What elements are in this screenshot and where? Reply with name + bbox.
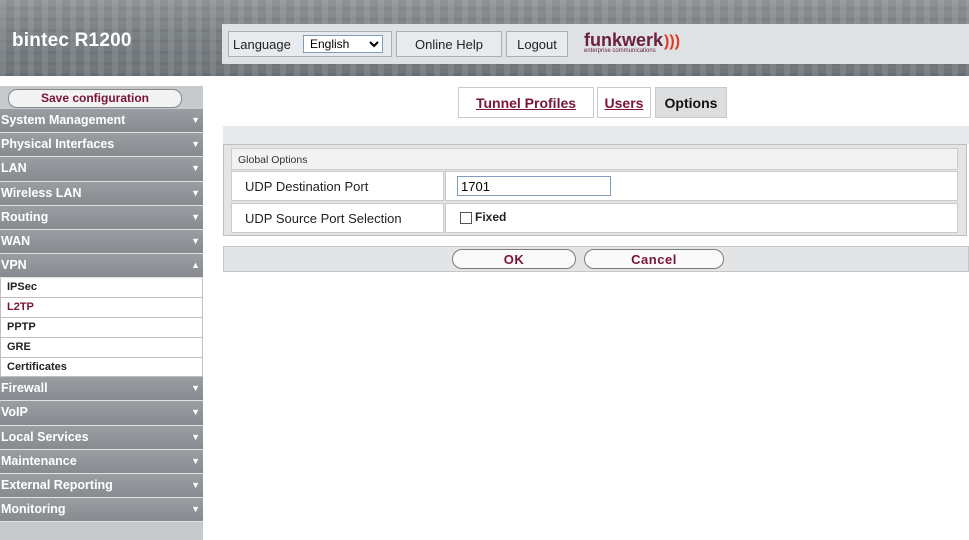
- chevron-down-icon: ▼: [191, 211, 200, 222]
- chevron-up-icon: ▲: [191, 260, 200, 271]
- logo-text: funkwerk: [584, 30, 664, 50]
- section-title: Global Options: [231, 148, 958, 170]
- sidebar-item-label: Maintenance: [1, 453, 77, 468]
- udp-destination-row: UDP Destination Port: [231, 171, 958, 201]
- submenu-item-l2tp[interactable]: L2TP: [0, 298, 203, 318]
- chevron-down-icon: ▼: [191, 383, 200, 394]
- sidebar-item-label: Local Services: [1, 429, 89, 444]
- brand-title: bintec R1200: [12, 30, 132, 51]
- language-label: Language: [233, 37, 291, 52]
- sidebar-item-firewall[interactable]: Firewall ▼: [0, 377, 203, 402]
- sidebar-item-label: VoIP: [1, 405, 28, 420]
- fixed-checkbox[interactable]: [460, 212, 472, 224]
- sidebar-item-label: Monitoring: [1, 502, 66, 517]
- udp-source-row: UDP Source Port Selection Fixed: [231, 203, 958, 233]
- sidebar-item-label: External Reporting: [1, 478, 113, 493]
- language-selector: Language English: [228, 31, 392, 57]
- button-bar: OK Cancel: [223, 246, 969, 272]
- cancel-button[interactable]: Cancel: [584, 249, 724, 269]
- sidebar-item-label: VPN: [1, 258, 27, 273]
- sidebar-item-label: Wireless LAN: [1, 185, 82, 200]
- sidebar-item-maintenance[interactable]: Maintenance ▼: [0, 449, 203, 475]
- sidebar-item-vpn[interactable]: VPN ▲: [0, 254, 203, 279]
- udp-destination-cell: [445, 171, 958, 201]
- sidebar-item-label: WAN: [1, 233, 31, 248]
- chevron-down-icon: ▼: [191, 431, 200, 442]
- sidebar-menu: System Management ▼ Physical Interfaces ▼ …: [0, 109, 203, 523]
- fixed-checkbox-label: Fixed: [475, 210, 507, 224]
- chevron-down-icon: ▼: [191, 187, 200, 198]
- udp-source-label: UDP Source Port Selection: [231, 203, 444, 233]
- sidebar-item-physical-interfaces[interactable]: Physical Interfaces ▼: [0, 133, 203, 158]
- submenu-item-ipsec[interactable]: IPSec: [0, 278, 203, 299]
- udp-destination-port-input[interactable]: [457, 176, 611, 196]
- sidebar-item-routing[interactable]: Routing ▼: [0, 205, 203, 230]
- sidebar-item-external-reporting[interactable]: External Reporting ▼: [0, 474, 203, 499]
- content-strip: [223, 126, 969, 144]
- tab-tunnel-profiles[interactable]: Tunnel Profiles: [458, 87, 594, 118]
- main-content: Tunnel Profiles Users Options Global Opt…: [203, 76, 969, 540]
- submenu-item-gre[interactable]: GRE: [0, 337, 203, 358]
- tab-users[interactable]: Users: [597, 87, 651, 118]
- language-select[interactable]: English: [303, 35, 383, 53]
- chevron-down-icon: ▼: [191, 163, 200, 174]
- vpn-submenu-container: IPSec L2TP PPTP GRE Certificates: [0, 278, 203, 378]
- chevron-down-icon: ▼: [191, 115, 200, 125]
- tab-bar: Tunnel Profiles Users Options: [203, 87, 969, 119]
- chevron-down-icon: ▼: [191, 504, 200, 515]
- udp-destination-label: UDP Destination Port: [231, 171, 444, 201]
- sidebar-item-local-services[interactable]: Local Services ▼: [0, 425, 203, 450]
- sidebar-item-label: Physical Interfaces: [1, 137, 115, 152]
- chevron-down-icon: ▼: [191, 407, 200, 418]
- submenu-item-pptp[interactable]: PPTP: [0, 317, 203, 338]
- logout-button[interactable]: Logout: [506, 31, 568, 57]
- chevron-down-icon: ▼: [191, 235, 200, 246]
- sidebar-item-wireless-lan[interactable]: Wireless LAN ▼: [0, 181, 203, 206]
- top-toolbar: Language English Online Help Logout funk…: [222, 24, 969, 64]
- header-bar: bintec R1200 Language English Online Hel…: [0, 0, 969, 76]
- chevron-down-icon: ▼: [191, 480, 200, 491]
- vpn-submenu: IPSec L2TP PPTP GRE Certificates: [0, 278, 203, 378]
- tab-options[interactable]: Options: [655, 87, 727, 118]
- sidebar-item-label: System Management: [1, 113, 126, 127]
- submenu-item-certificates[interactable]: Certificates: [0, 357, 203, 378]
- global-options-form: Global Options UDP Destination Port UDP …: [223, 144, 967, 236]
- save-configuration-button[interactable]: Save configuration: [8, 89, 182, 108]
- online-help-button[interactable]: Online Help: [396, 31, 502, 57]
- sidebar-item-wan[interactable]: WAN ▼: [0, 229, 203, 255]
- udp-source-cell: Fixed: [445, 203, 958, 233]
- chevron-down-icon: ▼: [191, 455, 200, 466]
- sidebar-item-label: LAN: [1, 161, 27, 176]
- sidebar-item-voip[interactable]: VoIP ▼: [0, 401, 203, 426]
- funkwerk-logo: funkwerk))) enterprise communications: [584, 30, 680, 54]
- sidebar-item-system-management[interactable]: System Management ▼: [0, 109, 203, 134]
- logo-waves-icon: ))): [664, 33, 681, 50]
- sidebar-item-label: Firewall: [1, 381, 48, 396]
- ok-button[interactable]: OK: [452, 249, 576, 269]
- sidebar-item-label: Routing: [1, 209, 49, 224]
- chevron-down-icon: ▼: [191, 139, 200, 150]
- sidebar-item-lan[interactable]: LAN ▼: [0, 157, 203, 182]
- sidebar-item-monitoring[interactable]: Monitoring ▼: [0, 498, 203, 523]
